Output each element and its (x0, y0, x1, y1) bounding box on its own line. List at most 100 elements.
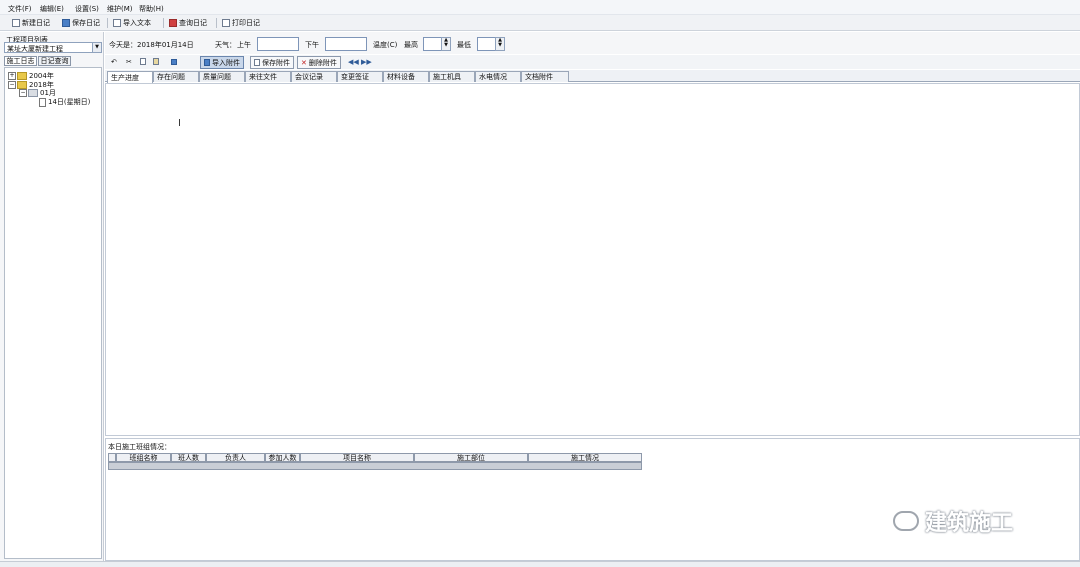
new-file-icon (12, 19, 20, 27)
new-diary-button[interactable]: 新建日记 (12, 17, 50, 29)
content-tabs: 生产进度 存在问题 质量问题 来往文件 会议记录 变更签证 材料设备 施工机具 … (105, 70, 1080, 83)
watermark: 建筑施工 (893, 505, 1013, 537)
expand-icon[interactable]: + (8, 72, 16, 80)
tab-materials[interactable]: 材料设备 (383, 71, 429, 82)
tab-label: 来往文件 (249, 73, 277, 81)
diary-editor[interactable]: I (105, 83, 1080, 436)
col-work-location[interactable]: 施工部位 (414, 453, 528, 462)
folder-icon (17, 72, 27, 80)
collapse-icon[interactable]: − (19, 89, 27, 97)
min-temp-label: 最低 (457, 41, 471, 49)
import-text-label: 导入文本 (123, 19, 151, 27)
toolbar-separator (216, 18, 217, 28)
format-icon (171, 58, 177, 65)
printer-icon (222, 19, 230, 27)
tab-label: 存在问题 (157, 73, 185, 81)
import-attachment-label: 导入附件 (212, 58, 240, 67)
paste-button[interactable] (150, 56, 164, 67)
save-diary-button[interactable]: 保存日记 (62, 17, 100, 29)
query-diary-button[interactable]: 查询日记 (169, 17, 207, 29)
tab-label: 文档附件 (525, 73, 553, 81)
team-pane: 本日施工班组情况： 班组名称 班人数 负责人 参加人数 项目名称 施工部位 施工… (105, 438, 1080, 561)
weather-label: 天气： (215, 41, 236, 49)
import-attachment-button[interactable]: 导入附件 (200, 56, 244, 69)
tab-label: 水电情况 (479, 73, 507, 81)
table-row[interactable] (108, 462, 642, 470)
undo-button[interactable]: ↶ (108, 56, 120, 67)
save-attachment-label: 保存附件 (262, 58, 290, 67)
tab-correspondence[interactable]: 来往文件 (245, 71, 291, 82)
col-project-name[interactable]: 项目名称 (300, 453, 414, 462)
tab-label: 材料设备 (387, 73, 415, 81)
menu-file[interactable]: 文件(F) (8, 4, 32, 14)
next-button[interactable]: ▶▶ (358, 56, 375, 67)
attach-icon (204, 59, 210, 66)
menu-help[interactable]: 帮助(H) (139, 4, 164, 14)
tree-node-14[interactable]: 14日(星期日) (39, 97, 90, 107)
tab-label: 变更签证 (341, 73, 369, 81)
min-temp-input[interactable] (477, 37, 497, 51)
weather-afternoon-input[interactable] (325, 37, 367, 51)
weather-morning-input[interactable] (257, 37, 299, 51)
new-diary-label: 新建日记 (22, 19, 50, 27)
tab-label: 会议记录 (295, 73, 323, 81)
copy-button[interactable] (137, 56, 151, 67)
tab-existing-issues[interactable]: 存在问题 (153, 71, 199, 82)
print-diary-button[interactable]: 打印日记 (222, 17, 260, 29)
delete-attachment-label: 删除附件 (308, 58, 337, 67)
menu-edit[interactable]: 编辑(E) (40, 4, 64, 14)
status-bar (0, 561, 1080, 567)
tab-quality-issues[interactable]: 质量问题 (199, 71, 245, 82)
menu-maintain[interactable]: 维护(M) (107, 4, 133, 14)
tab-label: 施工机具 (433, 73, 461, 81)
document-icon (39, 97, 46, 107)
main-toolbar: 新建日记 保存日记 导入文本 查询日记 打印日记 (0, 15, 1080, 31)
pencil-icon (169, 19, 177, 27)
info-bar: 今天是：2018年01月14日 天气： 上午 下午 温度(C) 最高 ▲ ▼ 最低… (105, 32, 1080, 54)
col-participants[interactable]: 参加人数 (265, 453, 300, 462)
delete-attachment-button[interactable]: ✕ 删除附件 (297, 56, 341, 69)
tab-change-visa[interactable]: 变更签证 (337, 71, 383, 82)
watermark-text: 建筑施工 (925, 511, 1014, 536)
morning-label: 上午 (237, 41, 251, 49)
tab-production-progress[interactable]: 生产进度 (107, 71, 153, 83)
tab-machinery[interactable]: 施工机具 (429, 71, 475, 82)
max-temp-label: 最高 (404, 41, 418, 49)
chevron-down-icon[interactable]: ▼ (92, 43, 101, 52)
col-leader[interactable]: 负责人 (206, 453, 265, 462)
undo-icon: ↶ (111, 57, 117, 66)
today-label: 今天是：2018年01月14日 (109, 41, 194, 49)
max-temp-input[interactable] (423, 37, 443, 51)
paste-icon (153, 58, 159, 65)
save-icon (62, 19, 70, 27)
tab-attachments[interactable]: 文档附件 (521, 71, 569, 82)
bold-button[interactable] (168, 56, 182, 67)
collapse-icon[interactable]: − (8, 81, 16, 89)
query-diary-label: 查询日记 (179, 19, 207, 27)
toolbar-separator (163, 18, 164, 28)
wechat-icon (893, 511, 919, 531)
tab-construction-log[interactable]: 施工日志 (4, 56, 37, 66)
col-team-size[interactable]: 班人数 (171, 453, 206, 462)
import-text-button[interactable]: 导入文本 (113, 17, 151, 29)
edit-toolbar: ↶ ✂ 导入附件 保存附件 ✕ 删除附件 ◀◀ ▶▶ (105, 55, 1080, 69)
save-icon (254, 59, 260, 66)
col-team-name[interactable]: 班组名称 (116, 453, 171, 462)
text-cursor-icon: I (178, 118, 181, 129)
toolbar-separator (107, 18, 108, 28)
save-diary-label: 保存日记 (72, 19, 100, 27)
menu-settings[interactable]: 设置(S) (75, 4, 99, 14)
project-select[interactable]: 某址大厦新建工程 ▼ (4, 42, 102, 53)
diary-tree: + 2004年 − 2018年 − 01月 14日(星期日) (4, 67, 102, 559)
copy-icon (140, 58, 146, 65)
tab-meeting-records[interactable]: 会议记录 (291, 71, 337, 82)
tab-utilities[interactable]: 水电情况 (475, 71, 521, 82)
col-work-status[interactable]: 施工情况 (528, 453, 642, 462)
max-temp-spinner[interactable]: ▲ ▼ (441, 37, 451, 51)
save-attachment-button[interactable]: 保存附件 (250, 56, 294, 69)
tab-diary-query[interactable]: 日记查询 (38, 56, 71, 66)
cut-button[interactable]: ✂ (123, 56, 135, 67)
min-temp-spinner[interactable]: ▲ ▼ (495, 37, 505, 51)
tab-label: 质量问题 (203, 73, 231, 81)
afternoon-label: 下午 (305, 41, 319, 49)
